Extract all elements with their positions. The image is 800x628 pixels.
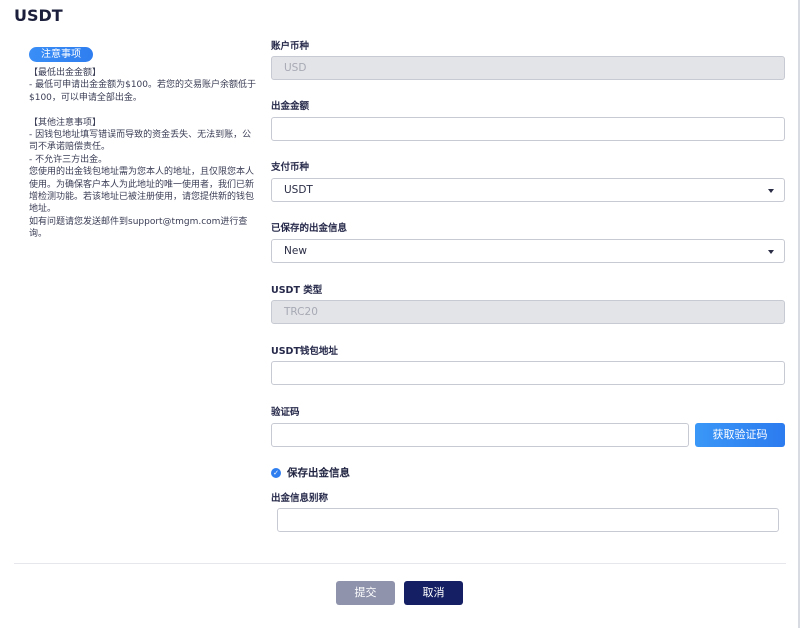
notice-gap <box>29 104 259 116</box>
wallet-address-label: USDT钱包地址 <box>271 346 338 357</box>
verification-input[interactable] <box>271 423 689 447</box>
notice-line: 增检测功能。若该地址已被注册使用，请您提供新的钱包 <box>29 192 255 203</box>
account-currency-label: 账户币种 <box>271 41 310 52</box>
submit-button[interactable]: 提交 <box>336 581 395 605</box>
notice-badge: 注意事项 <box>29 47 93 62</box>
footer-divider <box>14 563 786 564</box>
notice-line: 您使用的出金钱包地址需为您本人的地址，且仅限您本人 <box>29 167 255 178</box>
notice-line: 地址。 <box>29 204 57 215</box>
notice-line: 使用。为确保客户本人为此地址的唯一使用者，我们已新 <box>29 179 255 190</box>
alias-label: 出金信息别称 <box>271 493 329 504</box>
notice-line: - 因钱包地址填写错误而导致的资金丢失、无法到账，公 <box>29 130 252 141</box>
saved-info-select[interactable]: New <box>271 239 785 263</box>
chevron-down-icon <box>768 189 774 193</box>
alias-input[interactable] <box>277 508 779 532</box>
save-info-checkbox-row[interactable]: ✓ 保存出金信息 <box>271 465 350 480</box>
get-code-button[interactable]: 获取验证码 <box>695 423 785 447</box>
verification-label: 验证码 <box>271 407 300 418</box>
notice-line: - 最低可申请出金金额为$100。若您的交易账户余额低于 <box>29 80 257 91</box>
notice-line: - 不允许三方出金。 <box>29 154 108 165</box>
usdt-type-label: USDT 类型 <box>271 285 323 296</box>
withdraw-amount-input[interactable] <box>271 117 785 141</box>
withdraw-amount-label: 出金金额 <box>271 101 310 112</box>
payment-currency-value: USDT <box>284 184 313 196</box>
saved-info-label: 已保存的出金信息 <box>271 223 348 234</box>
page-title: USDT <box>14 6 63 25</box>
wallet-address-input[interactable] <box>271 361 785 385</box>
chevron-down-icon <box>768 250 774 254</box>
notice-line: $100，可以申请全部出金。 <box>29 92 142 103</box>
notice-panel: 注意事项 【最低出金金额】 - 最低可申请出金金额为$100。若您的交易账户余额… <box>29 47 259 241</box>
payment-currency-label: 支付币种 <box>271 162 310 173</box>
notice-line: 如有问题请您发送邮件到support@tmgm.com进行查 <box>29 216 248 227</box>
notice-line: 询。 <box>29 229 48 240</box>
payment-currency-select[interactable]: USDT <box>271 178 785 202</box>
notice-line: 司不承诺赔偿责任。 <box>29 142 111 153</box>
notice-line: 【其他注意事项】 <box>29 117 102 128</box>
account-currency-field: USD <box>271 56 785 80</box>
save-info-label: 保存出金信息 <box>287 467 350 479</box>
notice-line: 【最低出金金额】 <box>29 68 102 78</box>
usdt-type-field: TRC20 <box>271 300 785 324</box>
saved-info-value: New <box>284 245 307 257</box>
check-icon[interactable]: ✓ <box>271 467 281 478</box>
cancel-button[interactable]: 取消 <box>404 581 463 605</box>
